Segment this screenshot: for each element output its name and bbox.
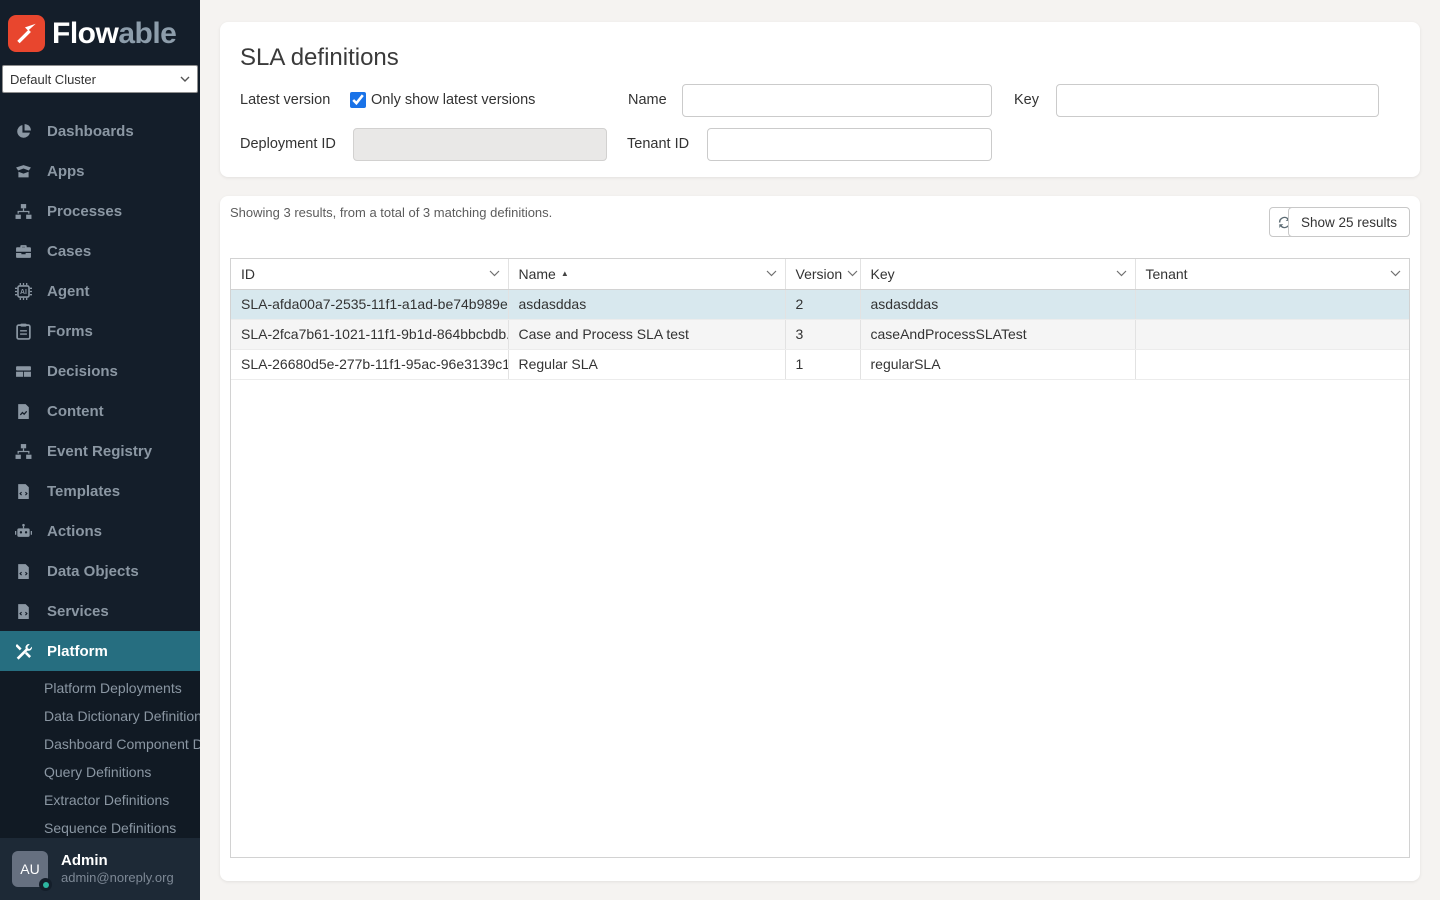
file-chart-icon [15,403,32,420]
cell-key: regularSLA [860,349,1135,379]
sidebar-item-dashboards[interactable]: Dashboards [0,111,200,151]
cluster-select-wrap: Default Cluster [2,65,198,93]
page-title: SLA definitions [240,44,399,72]
latest-version-label: Latest version [240,92,330,108]
sidebar-item-templates[interactable]: Templates [0,471,200,511]
sidebar-item-decisions[interactable]: Decisions [0,351,200,391]
robot-icon [15,523,32,540]
column-header-id[interactable]: ID [231,259,508,289]
sidebar-item-services[interactable]: Services [0,591,200,631]
key-label: Key [1014,92,1039,108]
tools-icon [15,643,32,660]
column-header-name[interactable]: Name▲ [508,259,785,289]
cell-tenant [1135,319,1409,349]
user-email: admin@noreply.org [61,870,174,886]
cell-version: 1 [785,349,860,379]
user-name: Admin [61,852,174,871]
latest-version-checkbox[interactable] [350,92,366,108]
name-label: Name [628,92,667,108]
sidebar-item-apps[interactable]: Apps [0,151,200,191]
submenu-item-extractor-definitions[interactable]: Extractor Definitions [0,786,200,814]
tenant-id-input[interactable] [707,128,992,161]
key-input[interactable] [1056,84,1379,117]
sidebar: Flowable Default Cluster Dashboards Apps… [0,0,200,900]
submenu-item-data-dictionary-definitions[interactable]: Data Dictionary Definitions [0,702,200,730]
sidebar-item-cases[interactable]: Cases [0,231,200,271]
chevron-down-icon[interactable] [766,270,777,277]
user-footer[interactable]: AU Admin admin@noreply.org [0,838,200,900]
clipboard-list-icon [15,323,32,340]
platform-submenu: Platform Deployments Data Dictionary Def… [0,671,200,838]
cell-name: Regular SLA [508,349,785,379]
cell-version: 3 [785,319,860,349]
table-header-row: ID Name▲ Version . Key [231,259,1409,289]
svg-text:AI: AI [20,289,27,296]
definitions-table: ID Name▲ Version . Key [230,258,1410,858]
cell-key: caseAndProcessSLATest [860,319,1135,349]
submenu-item-dashboard-component-definitions[interactable]: Dashboard Component Definitions [0,730,200,758]
show-results-button[interactable]: Show 25 results [1288,207,1410,237]
sort-ascending-icon: ▲ [561,269,569,278]
chevron-down-icon[interactable] [1116,270,1127,277]
results-summary: Showing 3 results, from a total of 3 mat… [230,205,552,220]
sidebar-item-actions[interactable]: Actions [0,511,200,551]
cell-version: 2 [785,289,860,319]
deployment-id-input [353,128,607,161]
sidebar-nav: Dashboards Apps Processes Cases AI Agent… [0,102,200,671]
submenu-item-platform-deployments[interactable]: Platform Deployments [0,674,200,702]
table-icon [15,363,32,380]
column-header-key[interactable]: Key [860,259,1135,289]
sidebar-item-platform[interactable]: Platform [0,631,200,671]
cell-id: SLA-afda00a7-2535-11f1-a1ad-be74b989e... [231,289,508,319]
sidebar-item-processes[interactable]: Processes [0,191,200,231]
cell-id: SLA-26680d5e-277b-11f1-95ac-96e3139c1... [231,349,508,379]
status-badge [39,878,52,891]
cluster-select[interactable]: Default Cluster [2,65,198,93]
table-row[interactable]: SLA-afda00a7-2535-11f1-a1ad-be74b989e...… [231,289,1409,319]
flowable-logo-icon [8,15,45,52]
cell-name: Case and Process SLA test [508,319,785,349]
box-open-icon [15,163,32,180]
pie-chart-icon [15,123,32,140]
deployment-id-label: Deployment ID [240,136,336,152]
main-content: SLA definitions Latest version Only show… [200,0,1440,900]
chevron-down-icon[interactable] [1390,270,1401,277]
cell-id: SLA-2fca7b61-1021-11f1-9b1d-864bbcbdb... [231,319,508,349]
file-code-icon [15,603,32,620]
chevron-down-icon[interactable] [489,270,500,277]
file-code-icon [15,563,32,580]
filters-panel: SLA definitions Latest version Only show… [220,22,1420,177]
latest-version-checkbox-label[interactable]: Only show latest versions [371,92,535,108]
table-row[interactable]: SLA-26680d5e-277b-11f1-95ac-96e3139c1...… [231,349,1409,379]
sidebar-item-data-objects[interactable]: Data Objects [0,551,200,591]
submenu-item-query-definitions[interactable]: Query Definitions [0,758,200,786]
tenant-id-label: Tenant ID [627,136,689,152]
chevron-down-icon[interactable] [847,270,858,277]
table-row[interactable]: SLA-2fca7b61-1021-11f1-9b1d-864bbcbdb...… [231,319,1409,349]
column-header-version[interactable]: Version . [785,259,860,289]
avatar: AU [12,851,48,887]
briefcase-icon [15,243,32,260]
results-panel: Showing 3 results, from a total of 3 mat… [220,196,1420,881]
sidebar-item-forms[interactable]: Forms [0,311,200,351]
ai-chip-icon: AI [15,283,32,300]
cell-tenant [1135,289,1409,319]
brand-wordmark: Flowable [52,19,176,49]
file-code-icon [15,483,32,500]
sidebar-item-content[interactable]: Content [0,391,200,431]
sidebar-item-event-registry[interactable]: Event Registry [0,431,200,471]
brand-logo: Flowable [0,0,200,61]
submenu-item-sequence-definitions[interactable]: Sequence Definitions [0,814,200,838]
cell-tenant [1135,349,1409,379]
sitemap-icon [15,443,32,460]
sidebar-item-agent[interactable]: AI Agent [0,271,200,311]
cell-name: asdasddas [508,289,785,319]
name-input[interactable] [682,84,992,117]
sitemap-icon [15,203,32,220]
cell-key: asdasddas [860,289,1135,319]
column-header-tenant[interactable]: Tenant [1135,259,1409,289]
